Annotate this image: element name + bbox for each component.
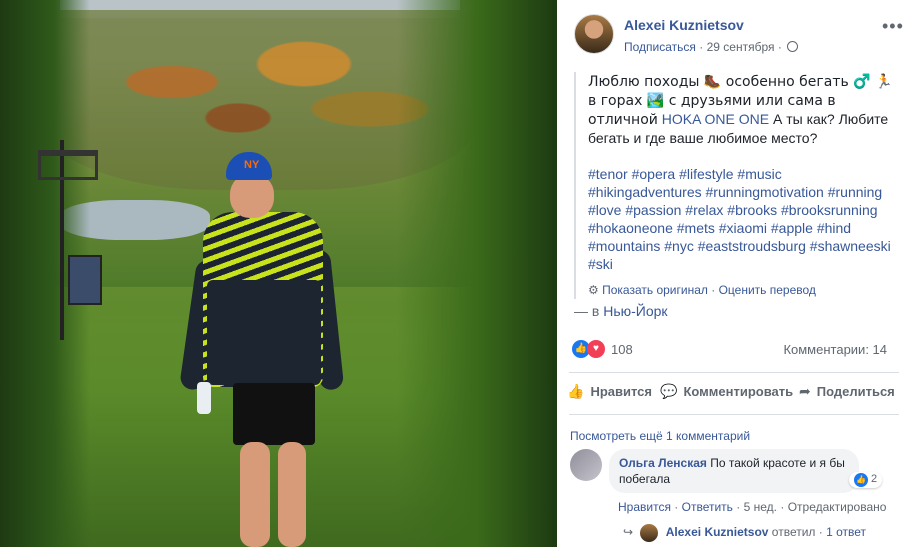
meta-separator: ·: [777, 40, 786, 54]
action-bar: 👍 Нравится 💬 Комментировать ➦ Поделиться: [567, 383, 907, 405]
post-panel: Alexei Kuznietsov Подписаться · 29 сентя…: [557, 0, 910, 547]
share-icon: ➦: [799, 383, 811, 399]
location-link[interactable]: Нью-Йорк: [603, 303, 667, 319]
comment-icon: 💬: [660, 383, 678, 399]
like-reaction-icon: 👍: [854, 473, 868, 487]
person-jacket-lower: [207, 280, 321, 385]
translated-text-block: Люблю походы 🥾 особенно бегать ♂️ 🏃 в го…: [574, 72, 894, 299]
water-bottle: [197, 382, 211, 414]
commenter-name[interactable]: Ольга Ленская: [619, 456, 707, 470]
post-location: — в Нью-Йорк: [574, 303, 894, 319]
reply-author-avatar: [640, 524, 659, 542]
location-prefix: — в: [574, 303, 600, 319]
comment-button[interactable]: 💬 Комментировать: [660, 383, 793, 400]
like-button-label: Нравится: [590, 384, 652, 399]
author-avatar[interactable]: [574, 14, 614, 54]
reply-author-name: Alexei Kuznietsov: [665, 525, 769, 540]
post-meta: Подписаться · 29 сентября ·: [624, 40, 799, 54]
globe-icon: [787, 41, 799, 52]
thumbs-up-icon: 👍: [567, 383, 585, 399]
commenter-avatar[interactable]: [570, 449, 602, 481]
comment-button-label: Комментировать: [683, 384, 794, 399]
reply-count: 1 ответ: [826, 525, 867, 540]
follow-link[interactable]: Подписаться: [624, 40, 696, 54]
rate-translation-link[interactable]: Оценить перевод: [719, 283, 816, 297]
reply-summary[interactable]: ↪ Alexei Kuznietsov ответил · 1 ответ: [623, 524, 866, 542]
gear-icon[interactable]: ⚙: [588, 283, 599, 297]
post-header: Alexei Kuznietsov Подписаться · 29 сентя…: [574, 14, 894, 58]
person-face: [230, 174, 274, 218]
post-hashtags[interactable]: #tenor #opera #lifestyle #music #hikinga…: [588, 165, 894, 273]
post-text: Люблю походы 🥾 особенно бегать ♂️ 🏃 в го…: [588, 72, 894, 147]
translation-controls: ⚙ Показать оригинал · Оценить перевод: [588, 283, 816, 297]
view-more-comments-link[interactable]: Посмотреть ещё 1 комментарий: [570, 429, 750, 443]
person-shorts: [233, 383, 315, 445]
love-reaction-icon: ♥: [587, 340, 605, 358]
comment-like-link[interactable]: Нравится: [618, 500, 671, 514]
show-original-link[interactable]: Показать оригинал: [602, 283, 708, 297]
comments-section: Посмотреть ещё 1 комментарий Ольга Ленск…: [557, 415, 910, 547]
comment-reply-link[interactable]: Ответить: [682, 500, 733, 514]
comment-reaction-count: 2: [871, 473, 878, 485]
post-stats: 👍 ♥ 108 Комментарии: 14: [572, 340, 902, 360]
comment-reactions[interactable]: 👍 2: [849, 472, 883, 488]
comment-time[interactable]: 5 нед.: [744, 500, 777, 514]
post-photo[interactable]: NY: [0, 0, 557, 547]
person-leg-right: [278, 442, 306, 547]
like-button[interactable]: 👍 Нравится: [567, 383, 652, 400]
meta-separator: ·: [699, 40, 707, 54]
post-date[interactable]: 29 сентября: [707, 40, 775, 54]
person-leg-left: [240, 442, 270, 547]
brand-link[interactable]: HOKA ONE ONE: [662, 111, 769, 127]
comment-actions: Нравится · Ответить · 5 нед. · Отредакти…: [618, 500, 887, 514]
comments-count[interactable]: Комментарии: 14: [783, 342, 887, 357]
comment-bubble: Ольга Ленская По такой красоте и я бы по…: [609, 449, 859, 493]
chairlift-seat: [38, 150, 98, 180]
divider: [569, 372, 899, 373]
reply-verb: ответил: [771, 525, 816, 540]
comment-edited: Отредактировано: [787, 500, 887, 514]
share-button[interactable]: ➦ Поделиться: [799, 383, 895, 400]
author-name[interactable]: Alexei Kuznietsov: [624, 17, 744, 33]
reply-arrow-icon: ↪: [623, 525, 634, 540]
reactions-summary[interactable]: 👍 ♥ 108: [572, 340, 633, 358]
share-button-label: Поделиться: [816, 384, 895, 399]
photo-trees-right: [397, 0, 557, 547]
photo-person: NY: [179, 150, 355, 547]
cap-logo: NY: [244, 159, 260, 171]
post-body: Люблю походы 🥾 особенно бегать ♂️ 🏃 в го…: [574, 72, 894, 319]
reactions-count[interactable]: 108: [611, 342, 633, 357]
chairlift-car: [68, 255, 102, 305]
more-options-icon[interactable]: •••: [882, 16, 904, 37]
